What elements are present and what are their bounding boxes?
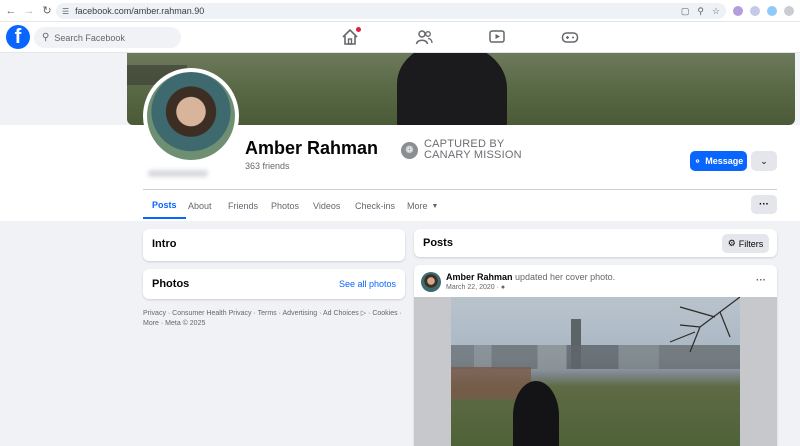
profile-name: Amber Rahman xyxy=(245,138,379,158)
post-author-avatar[interactable] xyxy=(421,272,441,292)
tab-photos[interactable]: Photos xyxy=(271,193,299,219)
ellipsis-icon: ··· xyxy=(759,199,769,210)
facebook-top-bar: f ⚲ Search Facebook xyxy=(0,22,800,53)
tab-check-ins[interactable]: Check-ins xyxy=(355,193,395,219)
posts-title: Posts xyxy=(423,237,453,249)
search-icon: ⚲ xyxy=(42,32,50,43)
tab-more[interactable]: More ▼ xyxy=(407,193,438,219)
search-placeholder: Search Facebook xyxy=(54,32,125,43)
forward-icon[interactable]: → xyxy=(20,0,38,22)
gaming-icon[interactable] xyxy=(561,28,579,46)
post-header-text: Amber Rahman updated her cover photo. xyxy=(446,272,615,282)
friends-count[interactable]: 363 friends xyxy=(245,161,290,171)
chevron-down-icon: ⌄ xyxy=(760,155,768,166)
tab-videos[interactable]: Videos xyxy=(313,193,340,219)
footer-links[interactable]: Privacy · Consumer Health Privacy · Term… xyxy=(143,309,405,329)
url-text: facebook.com/amber.rahman.90 xyxy=(75,6,205,16)
tab-label: More xyxy=(407,201,428,211)
filters-button[interactable]: ⚙ Filters xyxy=(722,234,769,253)
tab-friends[interactable]: Friends xyxy=(228,193,258,219)
photo-tree-branches xyxy=(669,297,740,353)
browser-toolbar: ← → ↻ ☰ facebook.com/amber.rahman.90 ▢ ⚲… xyxy=(0,0,800,22)
more-options-button[interactable]: ··· xyxy=(751,195,777,214)
friends-icon[interactable] xyxy=(415,28,433,46)
extension-icon[interactable] xyxy=(767,6,777,16)
photo-person xyxy=(513,381,559,446)
tab-label: Check-ins xyxy=(355,201,396,211)
tab-label: Friends xyxy=(228,201,259,211)
profile-options-button[interactable]: ⌄ xyxy=(751,151,777,171)
home-icon[interactable] xyxy=(341,27,361,46)
bookmark-star-icon[interactable]: ☆ xyxy=(712,6,720,17)
profile-header xyxy=(0,125,800,221)
cover-person-detail xyxy=(397,53,507,125)
extension-icon[interactable] xyxy=(750,6,760,16)
intro-card: Intro xyxy=(143,229,405,261)
header-divider xyxy=(143,189,777,190)
site-info-icon[interactable]: ☰ xyxy=(62,7,69,16)
tab-about[interactable]: About xyxy=(188,193,212,219)
canary-logo-icon: ❁ xyxy=(401,141,418,159)
message-button-label: Message xyxy=(705,156,744,166)
post-author-name[interactable]: Amber Rahman xyxy=(446,272,513,282)
notification-dot xyxy=(356,27,361,32)
post-action-text: updated her cover photo. xyxy=(512,272,616,282)
filters-icon: ⚙ xyxy=(727,238,736,248)
facebook-logo-icon[interactable]: f xyxy=(6,25,30,49)
post-options-button[interactable]: ··· xyxy=(756,275,766,286)
extension-icon[interactable] xyxy=(733,6,743,16)
intro-title: Intro xyxy=(152,238,177,250)
zoom-icon[interactable]: ⚲ xyxy=(697,6,704,17)
message-button[interactable]: ⚬ Message xyxy=(690,151,747,171)
video-icon[interactable] xyxy=(488,28,506,46)
tab-posts[interactable]: Posts xyxy=(143,193,186,219)
watermark-line-2: CANARY MISSION xyxy=(424,149,522,161)
photos-title: Photos xyxy=(152,278,190,290)
tab-label: Posts xyxy=(152,200,177,210)
post-timestamp[interactable]: March 22, 2020 · ● xyxy=(446,284,505,291)
post-date-text: March 22, 2020 · xyxy=(446,284,499,291)
messenger-icon: ⚬ xyxy=(693,155,702,166)
address-bar[interactable]: ☰ facebook.com/amber.rahman.90 ▢ ⚲ ☆ xyxy=(56,3,726,19)
photos-card: Photos See all photos xyxy=(143,269,405,299)
see-all-photos-link[interactable]: See all photos xyxy=(339,279,396,289)
caret-down-icon: ▼ xyxy=(431,202,439,210)
globe-icon: ● xyxy=(500,284,506,291)
search-input[interactable]: ⚲ Search Facebook xyxy=(34,27,181,48)
install-app-icon[interactable]: ▢ xyxy=(681,6,690,17)
filters-label: Filters xyxy=(738,238,764,249)
reload-icon[interactable]: ↻ xyxy=(38,0,56,22)
tab-label: About xyxy=(188,201,212,211)
post-photo[interactable] xyxy=(451,297,740,446)
profile-avatar[interactable] xyxy=(143,68,239,164)
redacted-friend-avatars xyxy=(148,170,208,177)
tab-label: Videos xyxy=(313,201,341,211)
back-icon[interactable]: ← xyxy=(2,0,20,22)
tab-label: Photos xyxy=(271,201,300,211)
extension-icon[interactable] xyxy=(784,6,794,16)
watermark: ❁ CAPTURED BY CANARY MISSION xyxy=(401,139,522,161)
